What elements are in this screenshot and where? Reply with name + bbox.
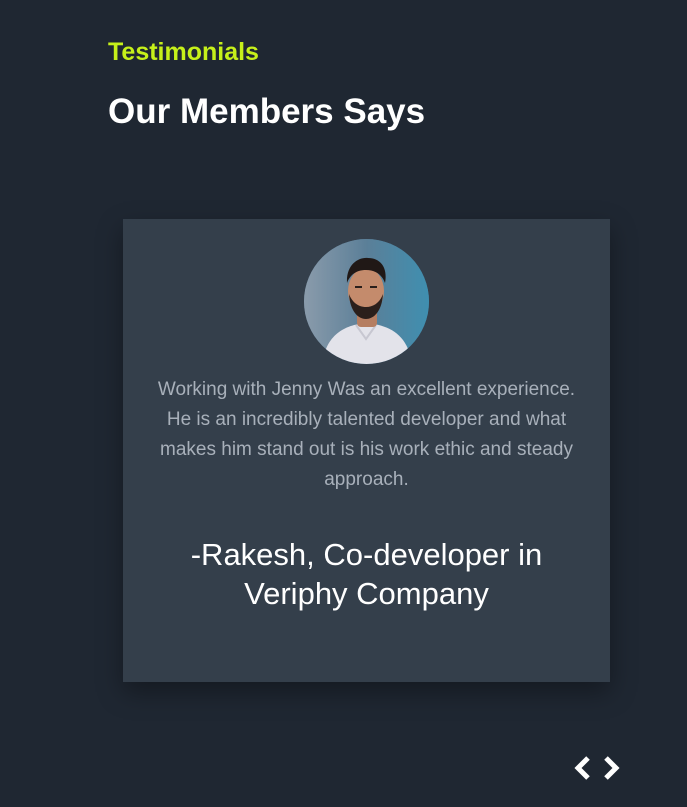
person-portrait-icon bbox=[304, 239, 429, 364]
section-title: Our Members Says bbox=[108, 92, 426, 131]
chevron-left-icon bbox=[574, 756, 590, 780]
section-eyebrow: Testimonials bbox=[108, 38, 259, 66]
avatar bbox=[304, 239, 429, 364]
carousel-next-button[interactable] bbox=[597, 754, 625, 782]
chevron-right-icon bbox=[604, 756, 620, 780]
testimonial-author: -Rakesh, Co-developer in Veriphy Company bbox=[190, 537, 543, 611]
carousel-prev-button[interactable] bbox=[569, 754, 597, 782]
testimonial-quote: Working with Jenny Was an excellent expe… bbox=[157, 379, 576, 490]
testimonial-card: Working with Jenny Was an excellent expe… bbox=[123, 219, 610, 682]
